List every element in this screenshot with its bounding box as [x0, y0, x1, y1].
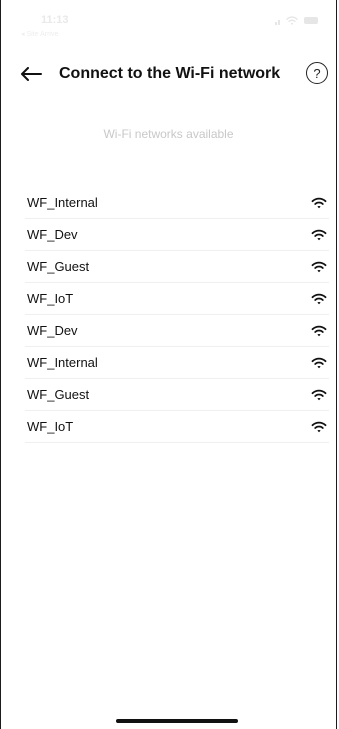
- question-mark-icon: ?: [313, 65, 321, 81]
- status-icons: [275, 16, 318, 25]
- network-name: WF_Dev: [27, 227, 78, 242]
- status-wifi-icon: [286, 16, 298, 25]
- network-row[interactable]: WF_IoT: [25, 411, 329, 443]
- cellular-signal-icon: [275, 17, 280, 25]
- network-row[interactable]: WF_Guest: [25, 379, 329, 411]
- page-title: Connect to the Wi-Fi network: [59, 65, 281, 82]
- wifi-icon: [311, 389, 327, 400]
- network-row[interactable]: WF_Guest: [25, 251, 329, 283]
- wifi-icon: [311, 293, 327, 304]
- wifi-icon: [311, 261, 327, 272]
- status-time: 11:13: [41, 14, 69, 26]
- networks-available-label: Wi-Fi networks available: [103, 127, 234, 141]
- status-bar: 11:13 ◂ Site Arrive: [1, 0, 336, 42]
- network-row[interactable]: WF_Dev: [25, 219, 329, 251]
- network-row[interactable]: WF_Dev: [25, 315, 329, 347]
- arrow-left-icon: [21, 67, 42, 81]
- network-name: WF_IoT: [27, 291, 74, 306]
- header: Connect to the Wi-Fi network ?: [1, 56, 336, 92]
- wifi-icon: [311, 325, 327, 336]
- wifi-icon: [311, 197, 327, 208]
- network-name: WF_IoT: [27, 419, 74, 434]
- wifi-icon: [311, 421, 327, 432]
- battery-icon: [304, 17, 318, 24]
- network-name: WF_Internal: [27, 195, 98, 210]
- wifi-icon: [311, 229, 327, 240]
- network-row[interactable]: WF_Internal: [25, 187, 329, 219]
- network-name: WF_Internal: [27, 355, 98, 370]
- network-row[interactable]: WF_Internal: [25, 347, 329, 379]
- network-list: WF_Internal WF_Dev WF_Guest WF_IoT WF_De…: [25, 187, 329, 443]
- status-back-app-link[interactable]: ◂ Site Arrive: [21, 30, 58, 38]
- home-indicator[interactable]: [116, 719, 238, 723]
- network-row[interactable]: WF_IoT: [25, 283, 329, 315]
- network-name: WF_Dev: [27, 323, 78, 338]
- help-button[interactable]: ?: [306, 62, 328, 84]
- wifi-icon: [311, 357, 327, 368]
- phone-screen: 11:13 ◂ Site Arrive Connect to the Wi-Fi…: [0, 0, 337, 729]
- back-button[interactable]: [17, 60, 45, 88]
- network-name: WF_Guest: [27, 259, 90, 274]
- network-name: WF_Guest: [27, 387, 90, 402]
